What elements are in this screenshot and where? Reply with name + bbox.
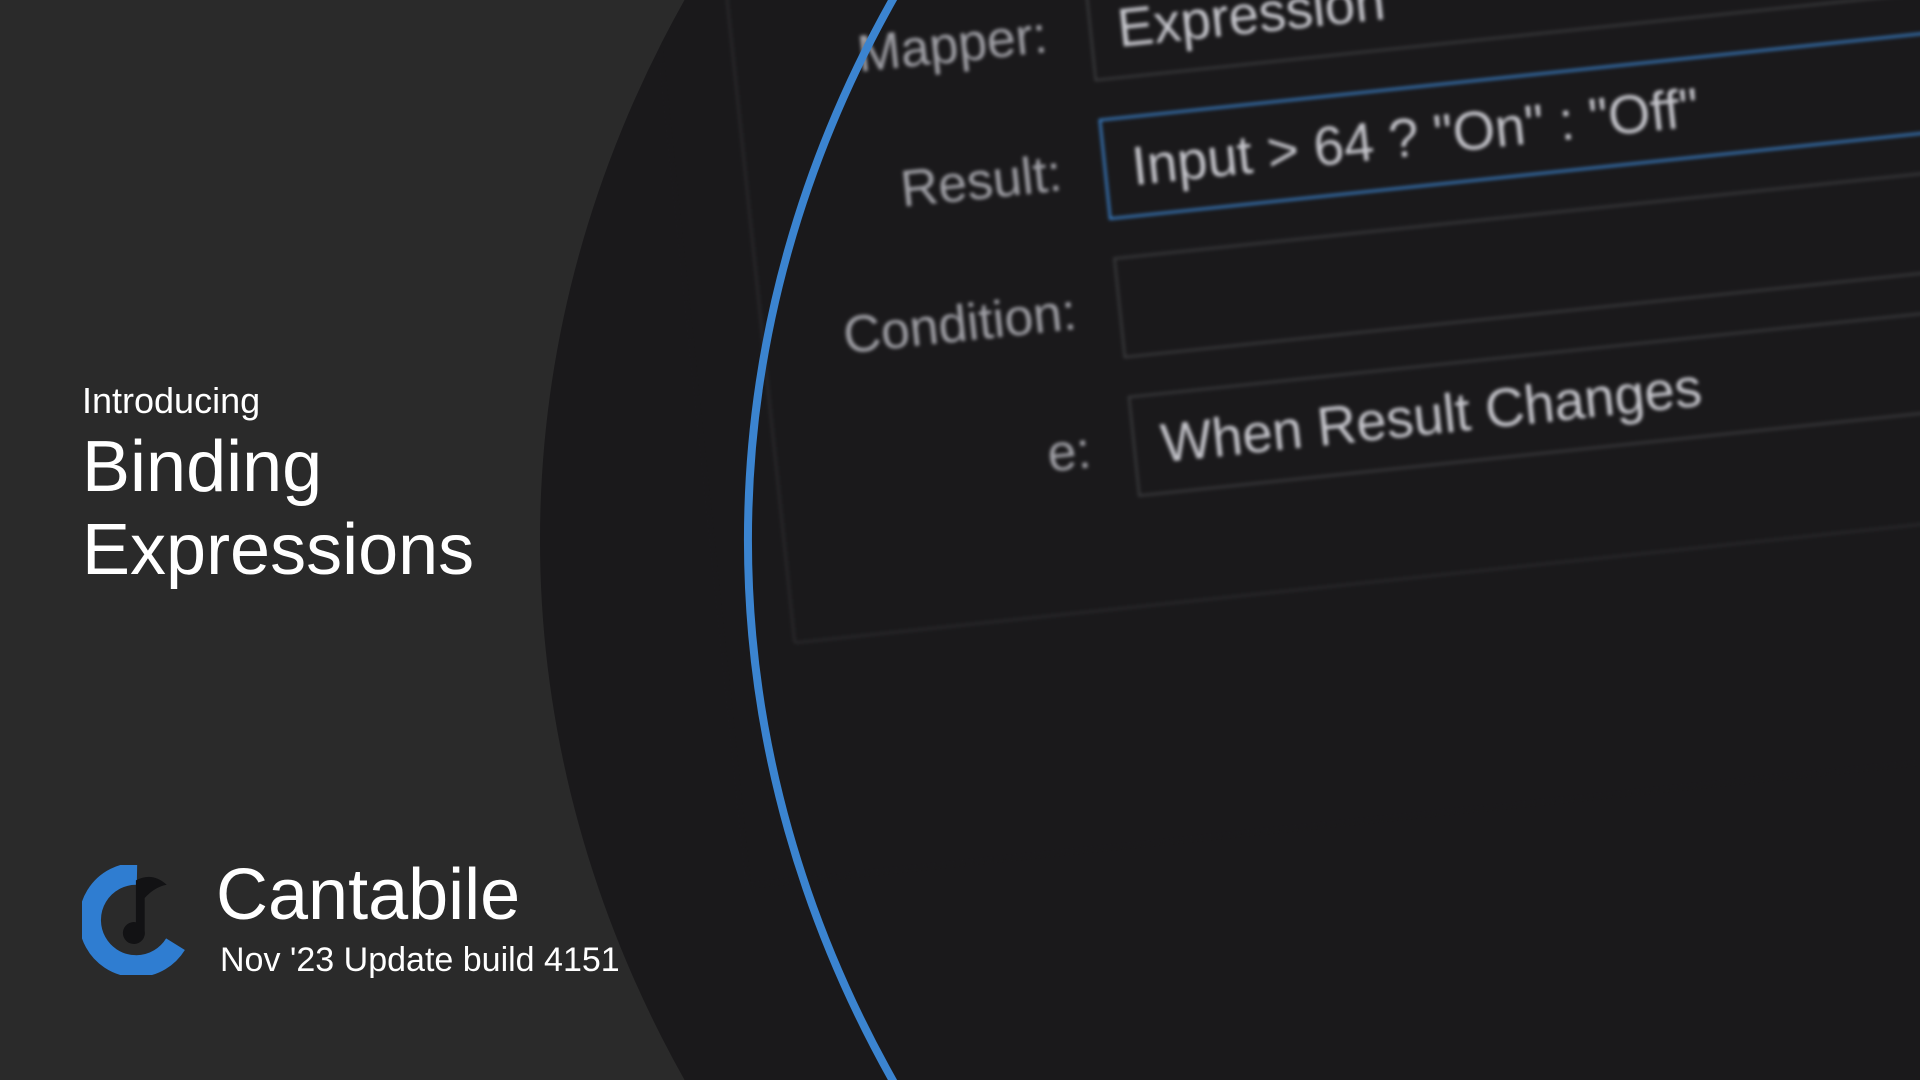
cantabile-logo-icon bbox=[82, 865, 192, 975]
condition-label: Condition: bbox=[803, 283, 1079, 370]
intro-title-line-1: Binding bbox=[82, 426, 474, 509]
mapper-label: Mapper: bbox=[774, 6, 1050, 93]
fire-label: e: bbox=[818, 422, 1094, 509]
result-label: Result: bbox=[789, 145, 1065, 232]
intro-title-line-2: Expressions bbox=[82, 509, 474, 592]
mapping-groupbox: Mapping Mapper: Expression Result: Input… bbox=[722, 0, 1920, 643]
intro-kicker: Introducing bbox=[82, 380, 474, 422]
settings-dialog: Mapping Mapper: Expression Result: Input… bbox=[636, 0, 1920, 1080]
screenshot-panel: Mapping Mapper: Expression Result: Input… bbox=[540, 0, 1920, 1080]
intro-panel: Introducing Binding Expressions bbox=[82, 380, 474, 592]
